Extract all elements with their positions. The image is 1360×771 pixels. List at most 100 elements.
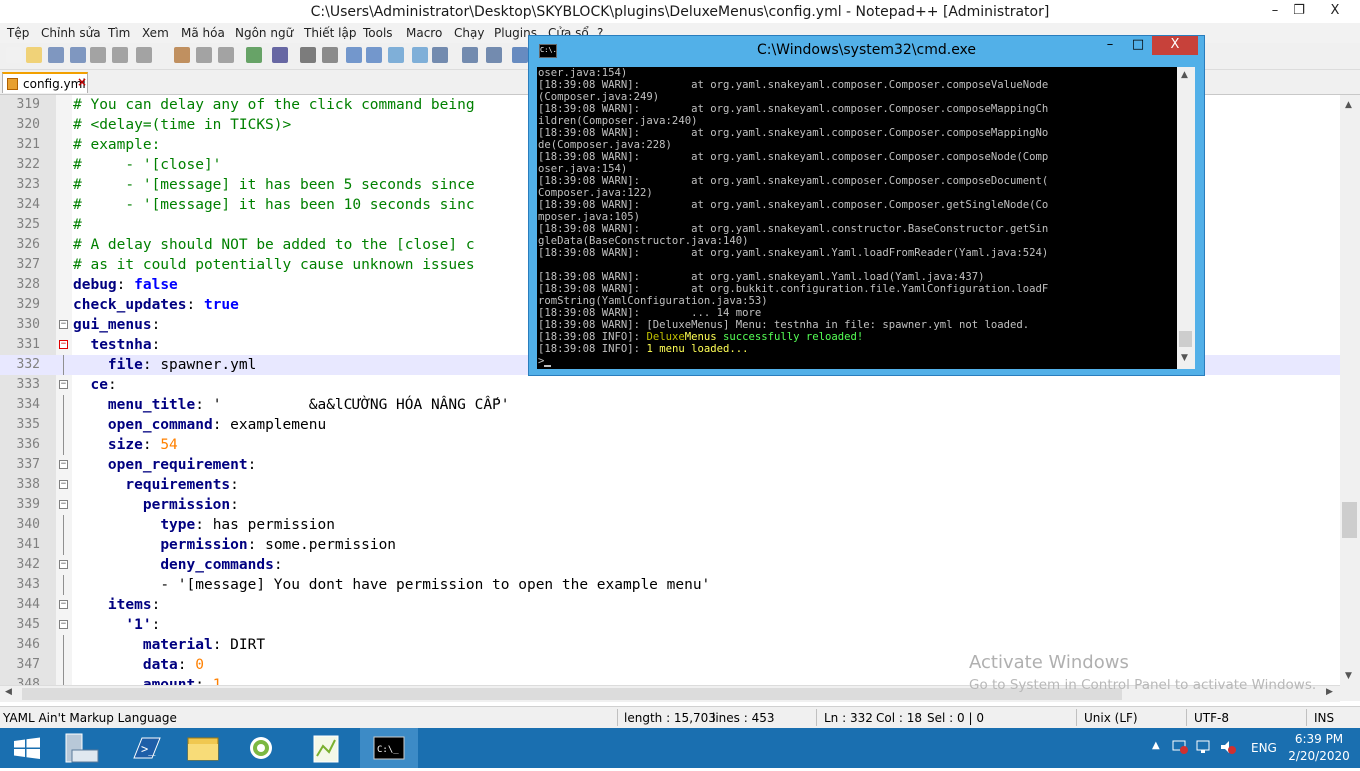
- code-line[interactable]: 344 − items:: [0, 595, 1340, 615]
- console-output[interactable]: oser.java:154) [18:39:08 WARN]: at org.ya…: [537, 67, 1177, 369]
- toolbar-icon[interactable]: [196, 47, 212, 63]
- toolbar-icon[interactable]: [462, 47, 478, 63]
- powershell-button[interactable]: >_: [116, 728, 174, 768]
- comment-text: # A delay should NOT be added to the [cl…: [73, 237, 475, 253]
- yaml-value: 0: [195, 657, 204, 673]
- vertical-scroll-thumb[interactable]: [1342, 502, 1357, 538]
- toolbar-icon[interactable]: [366, 47, 382, 63]
- close-button[interactable]: X: [1320, 1, 1350, 21]
- code-line[interactable]: 343 - '[message] You dont have permissio…: [0, 575, 1340, 595]
- tab-config-yml[interactable]: config.yml ×: [2, 72, 88, 93]
- cmd-maximize-button[interactable]: □: [1124, 36, 1152, 55]
- code-line[interactable]: 340 type: has permission: [0, 515, 1340, 535]
- notepadpp-taskbar-button[interactable]: [298, 728, 356, 768]
- notepadpp-title-bar[interactable]: C:\Users\Administrator\Desktop\SKYBLOCK\…: [0, 0, 1360, 23]
- cmd-prompt-icon: C:\_: [373, 736, 405, 760]
- fold-toggle-icon[interactable]: −: [59, 600, 68, 609]
- toolbar-icon[interactable]: [272, 47, 288, 63]
- clock-time[interactable]: 6:39 PM: [1288, 732, 1350, 746]
- yaml-key: requirements: [125, 477, 231, 493]
- code-line[interactable]: 345 − '1':: [0, 615, 1340, 635]
- fold-toggle-icon[interactable]: −: [59, 480, 68, 489]
- cmd-window[interactable]: C:\. C:\Windows\system32\cmd.exe – □ X o…: [528, 35, 1205, 376]
- fold-toggle-icon[interactable]: −: [59, 340, 68, 349]
- scroll-right-arrow-icon[interactable]: ▶: [1326, 687, 1333, 697]
- code-line[interactable]: 339 − permission:: [0, 495, 1340, 515]
- menu-item[interactable]: Macro: [406, 26, 442, 40]
- toolbar-icon[interactable]: [432, 47, 448, 63]
- menu-item[interactable]: Ngôn ngữ: [235, 26, 293, 40]
- toolbar-icon[interactable]: [300, 47, 316, 63]
- fold-toggle-icon[interactable]: −: [59, 460, 68, 469]
- toolbar-icon[interactable]: [512, 47, 528, 63]
- toolbar-icon[interactable]: [90, 47, 106, 63]
- menu-item[interactable]: Tools: [363, 26, 393, 40]
- horizontal-scroll-thumb[interactable]: [22, 688, 1122, 700]
- line-number: 324: [16, 197, 40, 212]
- show-hidden-icons-icon[interactable]: ▲: [1152, 740, 1160, 751]
- toolbar-icon[interactable]: [136, 47, 152, 63]
- toolbar-icon[interactable]: [486, 47, 502, 63]
- code-line[interactable]: 336 size: 54: [0, 435, 1340, 455]
- cmd-taskbar-button[interactable]: C:\_: [360, 728, 418, 768]
- toolbar-icon[interactable]: [346, 47, 362, 63]
- code-line[interactable]: 335 open_command: examplemenu: [0, 415, 1340, 435]
- start-button[interactable]: [0, 728, 58, 768]
- menu-item[interactable]: Xem: [142, 26, 169, 40]
- console-line: [18:39:08 WARN]: at org.yaml.snakeyaml.c…: [538, 151, 1049, 163]
- code-line[interactable]: 338 − requirements:: [0, 475, 1340, 495]
- toolbar-icon[interactable]: [6, 47, 22, 63]
- minimize-button[interactable]: –: [1262, 1, 1288, 21]
- fold-toggle-icon[interactable]: −: [59, 560, 68, 569]
- server-manager-button[interactable]: [58, 728, 116, 768]
- toolbar-icon[interactable]: [112, 47, 128, 63]
- console-prompt[interactable]: >: [538, 355, 552, 367]
- toolbar-icon[interactable]: [322, 47, 338, 63]
- fold-toggle-icon[interactable]: −: [59, 500, 68, 509]
- code-line[interactable]: 334 menu_title: ' &a&lCƯỜNG HÓA NÂNG CẤP…: [0, 395, 1340, 415]
- toolbar-icon[interactable]: [174, 47, 190, 63]
- menu-item[interactable]: Thiết lập: [304, 26, 356, 40]
- menu-item[interactable]: Chạy: [454, 26, 484, 40]
- toolbar-icon[interactable]: [412, 47, 428, 63]
- cmd-scroll-down-arrow-icon[interactable]: ▼: [1181, 353, 1188, 363]
- network-icon[interactable]: [1172, 740, 1188, 754]
- scroll-up-arrow-icon[interactable]: ▲: [1345, 100, 1352, 110]
- menu-item[interactable]: Tìm: [108, 26, 130, 40]
- toolbar-icon[interactable]: [246, 47, 262, 63]
- line-content: data: 0: [73, 655, 204, 675]
- toolbar-icon[interactable]: [218, 47, 234, 63]
- scroll-left-arrow-icon[interactable]: ◀: [5, 687, 12, 697]
- display-icon[interactable]: [1196, 740, 1212, 754]
- cmd-close-button[interactable]: X: [1152, 36, 1198, 55]
- fold-toggle-icon[interactable]: −: [59, 320, 68, 329]
- code-line[interactable]: 346 material: DIRT: [0, 635, 1340, 655]
- menu-item[interactable]: Mã hóa: [181, 26, 225, 40]
- toolbar-icon[interactable]: [70, 47, 86, 63]
- code-line[interactable]: 333 − ce:: [0, 375, 1340, 395]
- tab-close-icon[interactable]: ×: [77, 75, 87, 89]
- vertical-scrollbar[interactable]: ▲ ▼: [1340, 95, 1360, 685]
- language-indicator[interactable]: ENG: [1251, 741, 1277, 755]
- maximize-button[interactable]: ❐: [1286, 1, 1312, 21]
- cmd-vertical-scrollbar[interactable]: ▲ ▼: [1177, 67, 1195, 369]
- volume-muted-icon[interactable]: [1220, 740, 1236, 754]
- scroll-down-arrow-icon[interactable]: ▼: [1345, 671, 1352, 681]
- menu-item[interactable]: Chỉnh sửa: [41, 26, 101, 40]
- fold-toggle-icon[interactable]: −: [59, 620, 68, 629]
- file-explorer-button[interactable]: [174, 728, 232, 768]
- code-line[interactable]: 341 permission: some.permission: [0, 535, 1340, 555]
- toolbar-icon[interactable]: [48, 47, 64, 63]
- cmd-minimize-button[interactable]: –: [1096, 36, 1124, 55]
- coccoc-browser-button[interactable]: [232, 728, 290, 768]
- code-line[interactable]: 342 − deny_commands:: [0, 555, 1340, 575]
- fold-toggle-icon[interactable]: −: [59, 380, 68, 389]
- cmd-scroll-up-arrow-icon[interactable]: ▲: [1181, 70, 1188, 80]
- toolbar-icon[interactable]: [26, 47, 42, 63]
- clock-date[interactable]: 2/20/2020: [1288, 749, 1350, 763]
- menu-item[interactable]: Tệp: [7, 26, 29, 40]
- cmd-scroll-thumb[interactable]: [1179, 331, 1192, 347]
- code-line[interactable]: 337 − open_requirement:: [0, 455, 1340, 475]
- toolbar-icon[interactable]: [388, 47, 404, 63]
- code-line[interactable]: 347 data: 0: [0, 655, 1340, 675]
